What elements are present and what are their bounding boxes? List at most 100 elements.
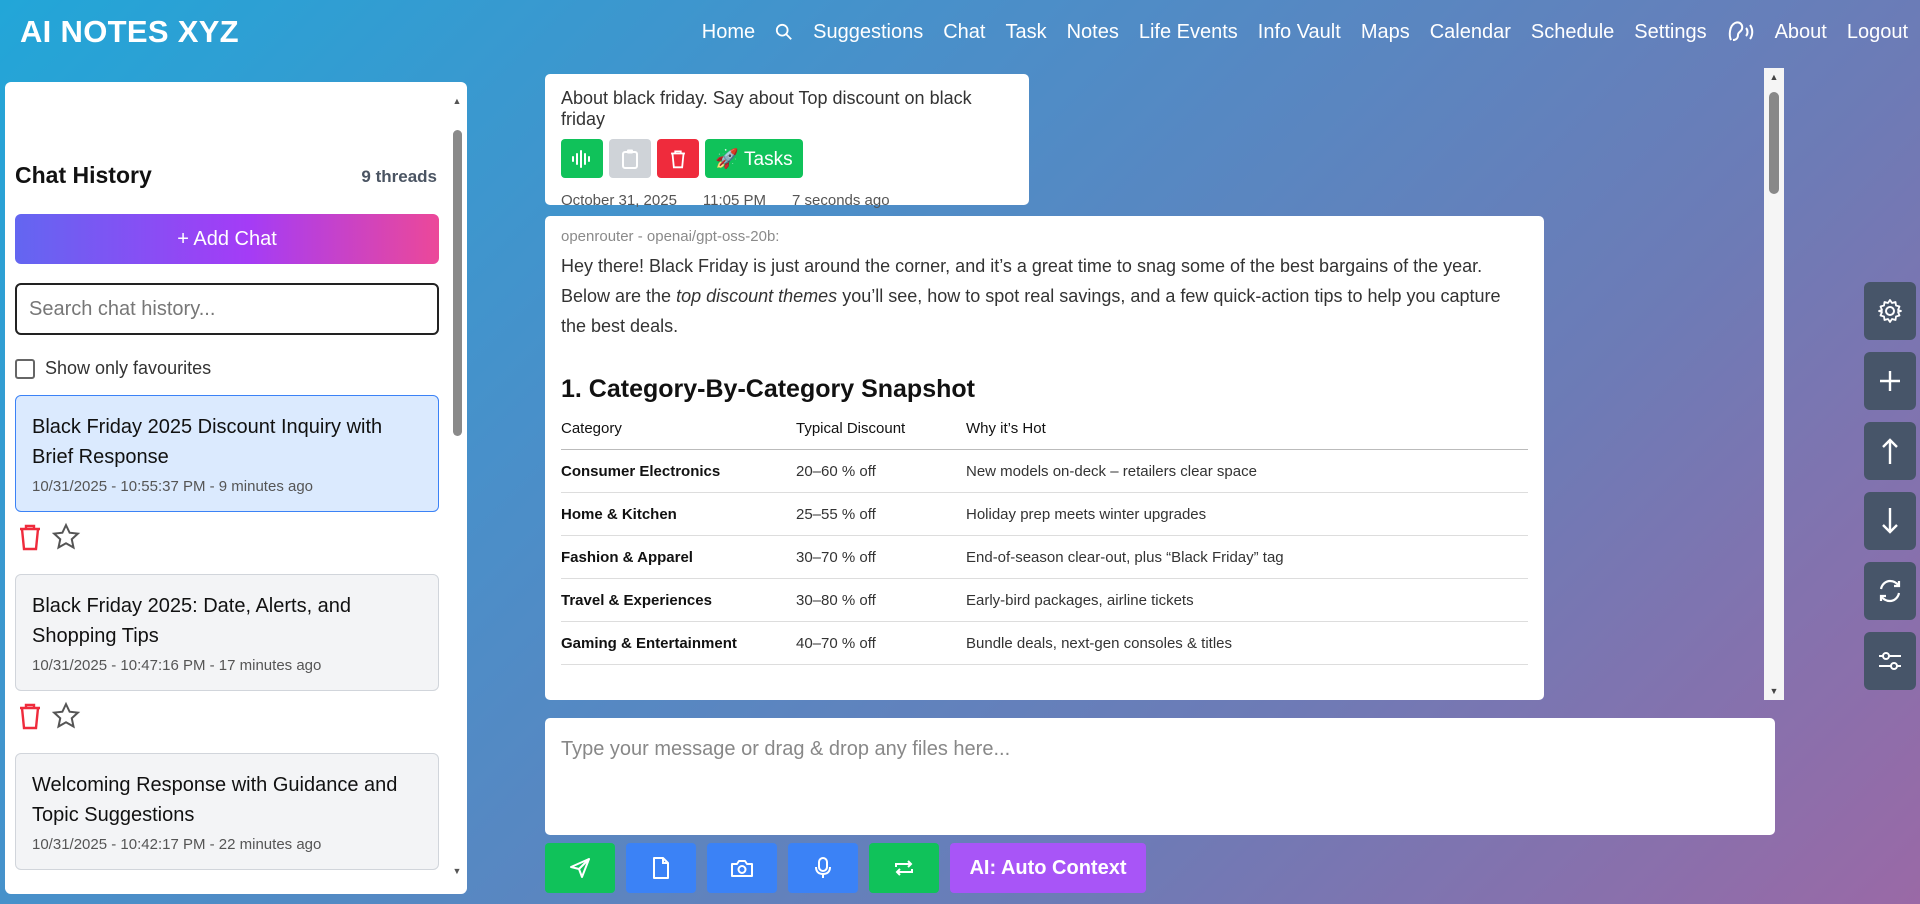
thread-item[interactable]: Welcoming Response with Guidance and Top… (15, 753, 439, 870)
scroll-bottom-button[interactable] (1864, 492, 1916, 550)
nav-suggestions[interactable]: Suggestions (813, 21, 923, 44)
nav-notes[interactable]: Notes (1067, 21, 1119, 44)
attach-file-button[interactable] (626, 843, 696, 893)
table-row: Travel & Experiences 30–80 % off Early-bir… (561, 578, 1528, 622)
repeat-icon (895, 860, 913, 876)
message-meta: October 31, 2025 11:05 PM 7 seconds ago (561, 192, 1013, 209)
tasks-button[interactable]: 🚀 Tasks (705, 139, 803, 178)
repeat-button[interactable] (869, 843, 939, 893)
message-date: October 31, 2025 (561, 192, 677, 209)
sliders-icon (1879, 652, 1901, 670)
user-message-text: About black friday. Say about Top discou… (561, 88, 972, 129)
thread-title: Black Friday 2025: Date, Alerts, and Sho… (32, 595, 352, 647)
table-row: Fashion & Apparel 30–70 % off End-of-seaso… (561, 535, 1528, 579)
nav-links: Home Suggestions Chat Task Notes Life Ev… (702, 20, 1908, 44)
table-header: Why it’s Hot (966, 420, 1528, 450)
nav-settings[interactable]: Settings (1634, 21, 1706, 44)
message-time: 11:05 PM (702, 192, 767, 209)
thread-title: Welcoming Response with Guidance and Top… (32, 774, 398, 826)
table-row: Home & Kitchen 25–55 % off Holiday prep me… (561, 492, 1528, 536)
gear-icon (1878, 299, 1902, 323)
refresh-icon (1879, 579, 1901, 603)
search-chat-input[interactable] (15, 283, 439, 335)
star-icon[interactable] (51, 522, 81, 557)
trash-icon (671, 149, 685, 168)
thread-count: 9 threads (361, 167, 437, 186)
side-toolbar (1864, 282, 1916, 690)
file-icon (653, 857, 669, 879)
message-composer[interactable] (545, 718, 1775, 835)
nav-logout[interactable]: Logout (1847, 21, 1908, 44)
nav-about[interactable]: About (1775, 21, 1827, 44)
trash-icon[interactable] (17, 702, 43, 735)
message-ago: 7 seconds ago (792, 192, 890, 209)
scroll-up-arrow-icon[interactable]: ▲ (1768, 72, 1780, 82)
thread-item[interactable]: Black Friday 2025 Discount Inquiry with … (15, 395, 439, 512)
camera-button[interactable] (707, 843, 777, 893)
thread-actions (17, 701, 81, 736)
nav-home[interactable]: Home (702, 21, 755, 44)
nav-chat[interactable]: Chat (943, 21, 985, 44)
microphone-button[interactable] (788, 843, 858, 893)
assistant-intro: Hey there! Black Friday is just around t… (561, 256, 1501, 336)
table-row: Gaming & Entertainment 40–70 % off Bundle … (561, 621, 1528, 665)
voice-icon[interactable] (1727, 20, 1755, 44)
table-header: Typical Discount (796, 420, 966, 450)
camera-icon (731, 860, 753, 877)
scroll-down-arrow-icon[interactable]: ▼ (451, 866, 463, 876)
thread-actions (17, 522, 81, 557)
send-button[interactable] (545, 843, 615, 893)
thread-meta: 10/31/2025 - 10:47:16 PM - 17 minutes ag… (32, 657, 322, 674)
nav-calendar[interactable]: Calendar (1430, 21, 1511, 44)
send-icon (570, 858, 590, 878)
brand-logo[interactable]: AI NOTES XYZ (20, 14, 239, 50)
thread-title: Black Friday 2025 Discount Inquiry with … (32, 416, 383, 468)
settings-button[interactable] (1864, 282, 1916, 340)
scroll-up-arrow-icon[interactable]: ▲ (451, 96, 463, 106)
thread-meta: 10/31/2025 - 10:42:17 PM - 22 minutes ag… (32, 836, 322, 853)
scroll-down-arrow-icon[interactable]: ▼ (1768, 686, 1780, 696)
delete-message-button[interactable] (657, 139, 699, 178)
message-actions: 🚀 Tasks (561, 139, 1013, 178)
table-row: Consumer Electronics 20–60 % off New model… (561, 449, 1528, 493)
nav-schedule[interactable]: Schedule (1531, 21, 1614, 44)
scroll-top-button[interactable] (1864, 422, 1916, 480)
user-message: About black friday. Say about Top discou… (545, 74, 1029, 209)
plus-icon (1880, 371, 1900, 391)
message-input[interactable] (561, 738, 1759, 818)
favourites-checkbox[interactable] (15, 358, 35, 379)
add-button[interactable] (1864, 352, 1916, 410)
table-header: Category (561, 420, 796, 450)
chat-scrollbar[interactable]: ▲ ▼ (1764, 68, 1784, 700)
refresh-button[interactable] (1864, 562, 1916, 620)
chat-scroll-thumb[interactable] (1769, 92, 1779, 194)
top-nav: AI NOTES XYZ Home Suggestions Chat Task … (0, 0, 1920, 66)
sidebar-scroll-thumb[interactable] (453, 130, 462, 436)
nav-task[interactable]: Task (1005, 21, 1046, 44)
trash-icon[interactable] (17, 523, 43, 556)
thread-item[interactable]: Black Friday 2025: Date, Alerts, and Sho… (15, 574, 439, 691)
star-icon[interactable] (51, 701, 81, 736)
assistant-message: openrouter - openai/gpt-oss-20b: Hey the… (545, 216, 1544, 700)
chat-history-sidebar: ▲ ▼ Chat History 9 threads + Add Chat Sh… (5, 82, 467, 894)
favourites-label: Show only favourites (45, 358, 212, 378)
nav-maps[interactable]: Maps (1361, 21, 1410, 44)
add-chat-button[interactable]: + Add Chat (15, 214, 439, 264)
arrow-up-icon (1882, 438, 1898, 464)
filters-button[interactable] (1864, 632, 1916, 690)
audio-wave-icon[interactable] (561, 139, 603, 178)
nav-info-vault[interactable]: Info Vault (1258, 21, 1341, 44)
clipboard-icon[interactable] (609, 139, 651, 178)
thread-meta: 10/31/2025 - 10:55:37 PM - 9 minutes ago (32, 478, 314, 495)
ai-context-button[interactable]: AI: Auto Context (950, 843, 1146, 893)
nav-life-events[interactable]: Life Events (1139, 21, 1238, 44)
favourites-filter[interactable]: Show only favourites (15, 358, 211, 379)
section-heading: 1. Category-By-Category Snapshot (561, 375, 975, 403)
chat-history-title: Chat History (15, 162, 152, 188)
discount-table: Category Typical Discount Why it’s Hot C… (561, 420, 1528, 665)
microphone-icon (815, 857, 831, 878)
sidebar-scrollbar[interactable]: ▲ ▼ (451, 96, 463, 876)
model-label: openrouter - openai/gpt-oss-20b: (561, 228, 780, 245)
search-icon[interactable] (775, 23, 793, 41)
arrow-down-icon (1882, 508, 1898, 534)
